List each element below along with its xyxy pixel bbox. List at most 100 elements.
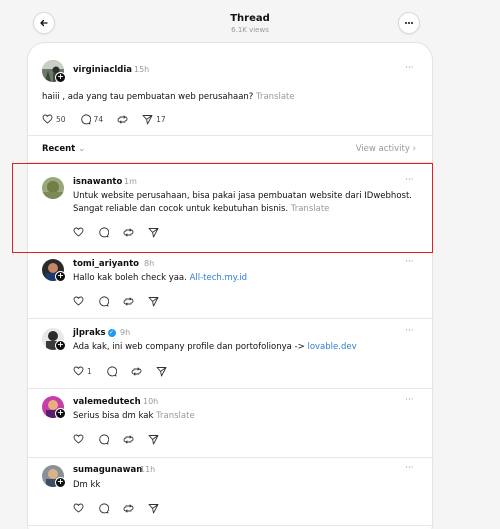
reply-actions [73, 295, 173, 307]
like-button[interactable]: 1 [73, 366, 92, 376]
follow-plus-icon[interactable]: + [55, 340, 66, 351]
repost-button[interactable] [123, 503, 134, 514]
post-username[interactable]: virginiacldia [73, 65, 132, 75]
post-time: 15h [134, 65, 150, 74]
thread-page: Thread 6.1K views + virginiacldia 15h ··… [0, 0, 500, 529]
reply-username[interactable]: jlpraks [73, 328, 106, 338]
thread-header: Thread 6.1K views [0, 0, 500, 42]
share-button[interactable] [148, 296, 159, 307]
share-count: 17 [156, 114, 166, 124]
like-count: 1 [87, 366, 92, 376]
reply-button[interactable] [98, 295, 109, 307]
reply-button[interactable] [106, 365, 117, 377]
follow-plus-icon[interactable]: + [55, 271, 66, 282]
reply-username[interactable]: isnawanto [73, 177, 122, 187]
reply-text: Untuk website perusahaan, bisa pakai jas… [73, 191, 412, 214]
post-text-row: haiii , ada yang tau pembuatan web perus… [42, 91, 422, 104]
like-count: 50 [56, 114, 66, 124]
avatar[interactable] [42, 177, 64, 199]
reply-text: Serius bisa dm kak [73, 411, 154, 421]
divider [28, 388, 434, 389]
follow-plus-icon[interactable]: + [55, 477, 66, 488]
reply-button[interactable] [98, 502, 109, 514]
follow-plus-icon[interactable]: + [55, 72, 66, 83]
share-button[interactable] [148, 503, 159, 514]
page-title: Thread [230, 13, 270, 24]
reply-text: Hallo kak boleh check yaa. [73, 273, 187, 283]
like-button[interactable] [73, 503, 84, 513]
view-count: 6.1K views [231, 26, 269, 34]
share-icon [156, 366, 167, 376]
chevron-down-icon: ⌄ [78, 144, 86, 154]
heart-icon [73, 503, 84, 513]
sort-label: Recent [42, 144, 76, 154]
reply-more-icon[interactable]: ··· [405, 257, 414, 267]
comment-icon [99, 226, 109, 237]
repost-button[interactable] [123, 434, 134, 445]
share-icon [148, 296, 159, 306]
share-button[interactable] [156, 366, 167, 377]
share-button[interactable] [148, 227, 159, 238]
repost-button[interactable] [131, 366, 142, 377]
reply-time: 11h [140, 465, 156, 474]
divider [28, 162, 434, 163]
divider [28, 252, 434, 253]
view-activity-link[interactable]: View activity › [356, 144, 416, 154]
reply-button[interactable] [98, 226, 109, 238]
share-icon [142, 114, 153, 124]
post-more-icon[interactable]: ··· [405, 63, 414, 73]
reply-actions [73, 502, 173, 514]
repost-button[interactable] [123, 227, 134, 238]
repost-icon [123, 504, 134, 512]
reply-more-icon[interactable]: ··· [405, 395, 414, 405]
more-icon [405, 22, 413, 24]
heart-icon [73, 227, 84, 237]
reply-link[interactable]: All-tech.my.id [190, 273, 248, 283]
post-text: haiii , ada yang tau pembuatan web perus… [42, 92, 254, 102]
repost-button[interactable] [123, 296, 134, 307]
verified-icon: ✓ [107, 329, 116, 337]
like-button[interactable] [73, 227, 84, 237]
translate-link[interactable]: Translate [156, 411, 195, 421]
divider [28, 318, 434, 319]
divider [28, 457, 434, 458]
more-options-button[interactable] [398, 12, 420, 34]
reply-button[interactable] [98, 433, 109, 445]
repost-icon [117, 115, 128, 123]
reply-text-row: Hallo kak boleh check yaa. All-tech.my.i… [73, 272, 423, 285]
reply-actions [73, 226, 173, 238]
share-icon [148, 434, 159, 444]
like-button[interactable] [73, 434, 84, 444]
share-icon [148, 503, 159, 513]
post-actions: 50 74 17 [42, 113, 180, 125]
translate-link[interactable]: Translate [256, 92, 295, 102]
sort-dropdown[interactable]: Recent ⌄ [42, 144, 85, 154]
reply-link[interactable]: lovable.dev [307, 342, 356, 352]
reply-text: Dm kk [73, 480, 101, 490]
repost-icon [123, 228, 134, 236]
reply-count: 74 [93, 114, 104, 124]
reply-more-icon[interactable]: ··· [405, 463, 414, 473]
reply-username[interactable]: sumagunawan [73, 465, 142, 475]
reply-time: 1m [124, 177, 137, 186]
reply-actions: 1 [73, 365, 181, 377]
like-button[interactable]: 50 [42, 114, 66, 124]
translate-link[interactable]: Translate [291, 204, 330, 214]
share-icon [148, 227, 159, 237]
divider [28, 135, 434, 136]
comment-icon [99, 433, 109, 444]
share-button[interactable] [148, 434, 159, 445]
reply-button[interactable]: 74 [80, 113, 104, 125]
repost-icon [123, 297, 134, 305]
follow-plus-icon[interactable]: + [55, 408, 66, 419]
reply-more-icon[interactable]: ··· [405, 326, 414, 336]
reply-username[interactable]: tomi_ariyanto [73, 259, 139, 269]
repost-button[interactable] [117, 114, 128, 125]
reply-more-icon[interactable]: ··· [405, 175, 414, 185]
heart-icon [42, 114, 53, 124]
reply-username[interactable]: valemedutech [73, 397, 141, 407]
share-button[interactable]: 17 [142, 114, 166, 125]
comment-icon [107, 365, 117, 376]
divider [28, 525, 434, 526]
like-button[interactable] [73, 296, 84, 306]
